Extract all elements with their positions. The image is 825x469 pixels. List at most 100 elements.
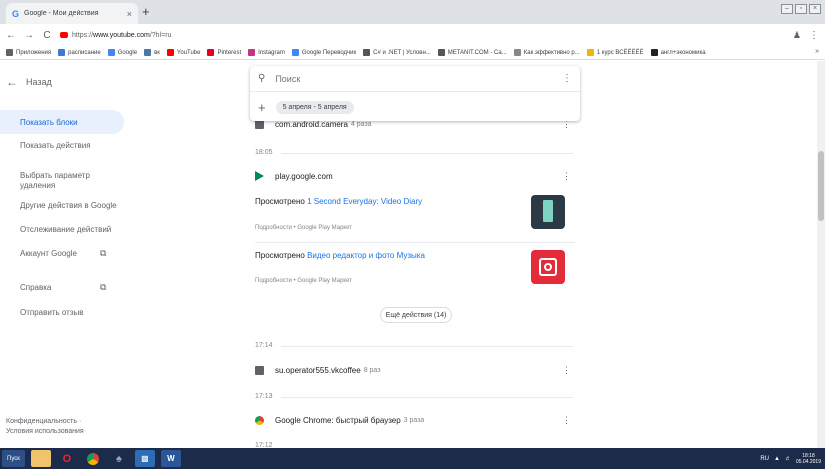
entry-link[interactable]: Видео редактор и фото Музыка — [307, 251, 425, 260]
explorer-icon[interactable] — [30, 450, 51, 467]
sidebar-item-label: Аккаунт Google — [20, 249, 77, 258]
bookmark-item[interactable]: C# и .NET | Условн... — [363, 49, 431, 56]
scrollbar-thumb[interactable] — [818, 151, 824, 221]
sidebar: ← Назад Показать блоки Показать действия… — [0, 61, 130, 448]
sidebar-item-label: Отправить отзыв — [20, 308, 84, 317]
bookmark-label: вк — [154, 49, 160, 56]
details-link[interactable]: Подробности • Google Play Маркет — [255, 278, 352, 284]
bookmark-item[interactable]: вк — [144, 49, 160, 56]
reload-icon[interactable]: C — [42, 30, 52, 41]
item-menu-icon[interactable]: ⋮ — [562, 171, 571, 182]
bookmark-item[interactable]: англ+экономика — [650, 49, 706, 56]
bookmark-favicon-icon — [363, 49, 371, 56]
app-icon[interactable]: ♠ — [109, 450, 129, 467]
network-icon[interactable]: ▲ — [774, 456, 780, 462]
sidebar-item-other-activity[interactable]: Другие действия в Google — [0, 201, 124, 210]
sidebar-item-label: Показать блоки — [20, 117, 78, 127]
bookmark-item[interactable]: YouTube — [166, 49, 201, 56]
app-icon[interactable]: ▩ — [134, 450, 155, 467]
system-tray: RU ▲ ♬ 18:18 05.04.2019 — [760, 448, 825, 469]
close-tab-icon[interactable]: × — [127, 9, 132, 19]
minimize-button[interactable]: – — [781, 4, 793, 14]
entry-link[interactable]: 1 Second Everyday: Video Diary — [307, 197, 422, 206]
time-label: 18:05 — [255, 149, 273, 156]
bookmark-item[interactable]: Instagram — [248, 49, 285, 56]
list-item-chrome[interactable]: Google Chrome: быстрый браузер 3 раза ⋮ — [255, 413, 575, 427]
volume-icon[interactable]: ♬ — [785, 456, 791, 462]
sidebar-item-label: Справка — [20, 283, 52, 292]
date-filter-chip[interactable]: 5 апреля - 5 апреля — [275, 100, 354, 114]
sidebar-item-google-account[interactable]: Аккаунт Google ⧉ — [0, 248, 124, 258]
extension-icon[interactable]: ♟ — [793, 30, 801, 41]
terms-link[interactable]: Условия использования — [6, 427, 84, 437]
sidebar-item-show-bundles[interactable]: Показать блоки — [0, 110, 124, 134]
start-button[interactable]: Пуск — [2, 450, 25, 467]
page-scrollbar[interactable] — [817, 61, 825, 448]
back-icon[interactable]: ← — [6, 30, 16, 41]
forward-icon[interactable]: → — [24, 30, 34, 41]
sidebar-item-delete-by[interactable]: Выбрать параметр удаления — [0, 171, 110, 191]
bookmark-label: Как эффективно р... — [523, 49, 580, 56]
bookmark-favicon-icon — [144, 49, 152, 56]
bookmark-item[interactable]: Google — [107, 49, 137, 56]
privacy-link[interactable]: Конфиденциальность · — [6, 417, 84, 427]
new-tab-button[interactable]: + — [142, 5, 150, 19]
bookmarks-overflow-icon[interactable]: » — [815, 48, 819, 55]
bookmark-item[interactable]: расписание — [58, 49, 101, 56]
clock[interactable]: 18:18 05.04.2019 — [796, 453, 821, 465]
window-controls: – ▫ × — [781, 4, 821, 14]
list-item-entry1[interactable]: Просмотрено 1 Second Everyday: Video Dia… — [255, 197, 575, 206]
close-window-button[interactable]: × — [809, 4, 821, 14]
bookmarks-bar: Приложения расписание Google вк YouTube Pinte… — [0, 46, 825, 60]
bookmark-label: Google Переводчик — [301, 49, 357, 56]
bookmark-item[interactable]: 1 курс ВСЁЁЁЁЁ — [586, 49, 644, 56]
list-item-play[interactable]: play.google.com ⋮ — [255, 169, 575, 183]
bookmark-item[interactable]: METANIT.COM - Са... — [437, 49, 507, 56]
bookmark-item[interactable]: Приложения — [6, 49, 51, 56]
search-icon[interactable]: ⚲ — [258, 73, 265, 84]
chrome-taskbar-icon[interactable] — [83, 450, 103, 467]
bookmark-label: англ+экономика — [660, 49, 706, 56]
app-name: su.operator555.vkcoffee — [275, 365, 361, 375]
item-menu-icon[interactable]: ⋮ — [562, 365, 571, 376]
more-activity-button[interactable]: Ещё действия (14) — [380, 307, 452, 323]
time-label: 17:14 — [255, 342, 273, 349]
list-item-entry2[interactable]: Просмотрено Видео редактор и фото Музыка — [255, 251, 575, 260]
play-store-icon — [255, 171, 264, 181]
app-thumbnail — [531, 250, 565, 284]
search-input[interactable] — [275, 73, 552, 84]
sidebar-item-activity-controls[interactable]: Отслеживание действий — [0, 225, 124, 234]
bookmark-label: Приложения — [16, 49, 52, 56]
bookmark-favicon-icon — [166, 49, 174, 56]
entry-title: Просмотрено Видео редактор и фото Музыка — [255, 251, 425, 260]
item-menu-icon[interactable]: ⋮ — [562, 415, 571, 426]
entry-details: Подробности • Google Play Маркет — [255, 278, 575, 284]
sidebar-item-label: Отслеживание действий — [20, 225, 112, 234]
language-indicator[interactable]: RU — [760, 456, 769, 462]
bookmark-label: YouTube — [176, 49, 201, 56]
bookmark-item[interactable]: Google Переводчик — [291, 49, 357, 56]
more-options-icon[interactable]: ⋮ — [562, 73, 572, 84]
bookmark-label: Instagram — [258, 49, 285, 56]
browser-menu-icon[interactable]: ⋮ — [809, 30, 819, 41]
back-link[interactable]: ← Назад — [6, 75, 52, 89]
bookmark-item[interactable]: Pinterest — [207, 49, 241, 56]
add-filter-icon[interactable]: + — [258, 100, 266, 115]
opera-icon[interactable]: O — [57, 450, 77, 467]
details-link[interactable]: Подробности • Google Play Маркет — [255, 225, 352, 231]
bookmark-favicon-icon — [6, 49, 13, 56]
external-link-icon: ⧉ — [100, 282, 107, 292]
address-bar[interactable]: https://www.youtube.com/?hl=ru — [60, 27, 785, 43]
bookmark-label: METANIT.COM - Са... — [447, 49, 507, 56]
sidebar-item-help[interactable]: Справка ⧉ — [0, 282, 124, 292]
word-icon[interactable]: W — [160, 450, 181, 467]
app-thumbnail — [531, 195, 565, 229]
bookmark-item[interactable]: Как эффективно р... — [513, 49, 580, 56]
list-item-vk[interactable]: su.operator555.vkcoffee 8 раз ⋮ — [255, 363, 575, 377]
sidebar-footer: Конфиденциальность · Условия использован… — [6, 417, 84, 437]
entry-title: Просмотрено 1 Second Everyday: Video Dia… — [255, 197, 423, 206]
tab-my-activity[interactable]: G Google - Мои действия × — [6, 3, 138, 24]
restore-button[interactable]: ▫ — [795, 4, 807, 14]
sidebar-item-feedback[interactable]: Отправить отзыв — [0, 308, 124, 317]
sidebar-item-show-activity[interactable]: Показать действия — [0, 141, 124, 150]
